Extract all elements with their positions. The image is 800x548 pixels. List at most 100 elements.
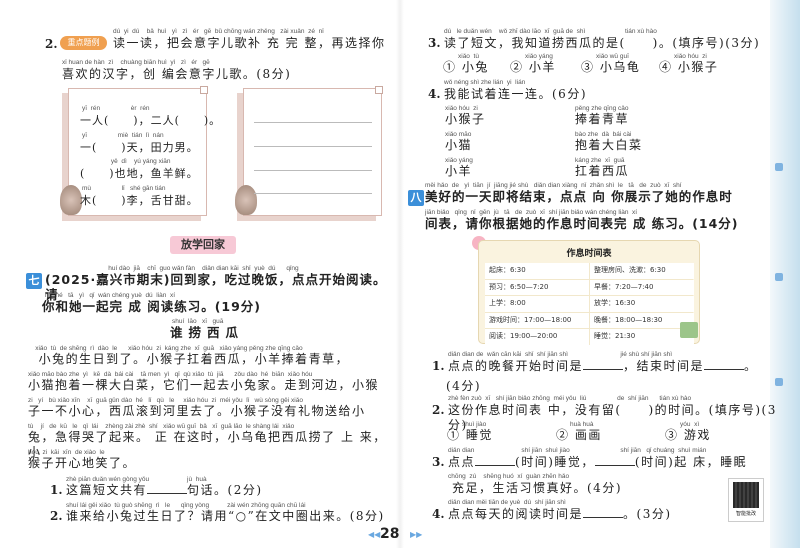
page-tab-marker: [775, 378, 783, 386]
question-number: 2.: [432, 403, 445, 417]
pinyin-line: zhè fèn zuò xī shí jiān biǎo zhōng méi y…: [448, 395, 692, 402]
answer-blank[interactable]: [594, 455, 635, 466]
writing-line[interactable]: [254, 146, 372, 147]
pinyin-line: chōng zú shēng huó xí guàn zhēn hǎo: [448, 473, 570, 480]
question-text-part: 点点: [448, 455, 476, 469]
decoration-icon: [60, 185, 82, 215]
answer-blank[interactable]: [475, 455, 516, 466]
section-instruction: 你和她一起完 成 阅读练习。(19分): [42, 299, 262, 314]
answer-blank[interactable]: [583, 507, 624, 518]
box-corner: [375, 86, 383, 94]
answer-blank[interactable]: [583, 359, 624, 370]
question-text: 读了短文，我知道捞西瓜的是( )。(填序号)(3分): [444, 36, 761, 50]
pinyin-line: yī rén èr rén: [82, 105, 150, 112]
rhyme-line: 一人( )，二人( )。: [80, 114, 222, 127]
question-text: 这份作息时间表 中，没有留( )的时间。(填序号)(3分): [448, 403, 777, 432]
writing-line[interactable]: [254, 122, 372, 123]
decoration-icon: [235, 185, 257, 215]
match-right-item[interactable]: 抱着大白菜: [575, 138, 643, 153]
schedule-cell: 放学：16:30: [590, 296, 694, 312]
section-marker: 八: [408, 190, 424, 206]
question-text: 点点每天的阅读时间是 。(3分): [448, 507, 672, 522]
answer-blank[interactable]: [704, 359, 745, 370]
option[interactable]: ② 画画: [556, 428, 602, 443]
section-banner: 放学回家: [170, 236, 236, 254]
qr-label: 智能批改: [735, 511, 756, 517]
schedule-cell: 睡觉：21:30: [590, 329, 694, 345]
book-gutter: [396, 0, 404, 548]
rhyme-line: ( )也地，鱼羊鲜。: [80, 167, 199, 180]
pinyin-line: xǐ huan de hàn zì chuàng biān huì yì zì …: [62, 59, 210, 66]
story-line: 小兔的生日到了。小猴子扛着西瓜，小羊捧着青草，: [28, 352, 350, 366]
schedule-cell: 早餐：7:20—7:40: [590, 279, 694, 296]
page-number: 28: [380, 526, 400, 542]
story-title: 谁捞西瓜: [170, 325, 245, 340]
schedule-table: 作息时间表 起床：6:30 整理房间、洗漱：6:30 预习：6:50—7:20 …: [478, 240, 700, 345]
pinyin-line: dú le duǎn wén wǒ zhī dào lāo xī guā de …: [444, 28, 657, 35]
rhyme-line: 一( )天，田力男。: [80, 141, 199, 154]
question-text-part: ，结束时间是: [623, 359, 705, 373]
question-text-part: 点点每天的阅读时间是: [448, 507, 584, 521]
question-number: 3.: [432, 455, 445, 469]
schedule-cell: 阅读：19:00—20:00: [485, 329, 589, 345]
schedule-cell: 游戏时间：17:00—18:00: [485, 312, 589, 329]
page-tab-marker: [775, 163, 783, 171]
option[interactable]: ① 睡觉: [447, 428, 493, 443]
question-number: 4.: [432, 507, 445, 521]
question-text: 点点的晚餐开始时间是 ，结束时间是 。: [448, 359, 758, 374]
gift-icon: [680, 322, 698, 338]
schedule-cell: 上学：8:00: [485, 296, 589, 312]
question-number: 1.: [432, 359, 445, 373]
option[interactable]: ① 小兔: [443, 60, 489, 75]
section-instruction: 间表，请你根据她的作息时间表完 成 练习。(14分): [425, 216, 739, 231]
option[interactable]: ② 小羊: [510, 60, 556, 75]
question-text-part: 。: [744, 359, 758, 373]
box-corner: [200, 86, 208, 94]
pinyin-line: diǎn dian de wǎn cān kāi shǐ shí jiān sh…: [448, 351, 672, 358]
match-left-item[interactable]: 小猴子: [445, 112, 486, 127]
schedule-cell: 晚餐：18:00—18:30: [590, 312, 694, 329]
schedule-title: 作息时间表: [566, 249, 612, 259]
question-text-part: 点点的晚餐开始时间是: [448, 359, 584, 373]
writing-line[interactable]: [254, 193, 372, 194]
story-line: 子一不小心，西瓜滚到河里去了。小猴子没有礼物送给小: [28, 404, 366, 418]
match-left-item[interactable]: 小羊: [445, 164, 472, 179]
score-text: (4分): [446, 379, 481, 393]
story-line: 猴子开心地笑了。: [28, 456, 137, 470]
question-text-part: 句话。(2分): [187, 483, 263, 497]
pinyin-line: mù lǐ shé gān tián: [82, 185, 166, 192]
prev-page-icon[interactable]: ◀◀: [368, 530, 380, 539]
option[interactable]: ③ 小乌龟: [581, 60, 640, 75]
match-right-item[interactable]: 扛着西瓜: [575, 164, 629, 179]
answer-blank[interactable]: [147, 483, 188, 494]
question-number: 2.: [45, 37, 58, 51]
pinyin-line: yě dì yú yáng xiān: [82, 158, 171, 165]
question-text: 读一读，把会意字儿歌补 充 完 整，再选择你: [113, 36, 386, 50]
section-marker: 七: [26, 273, 42, 289]
option[interactable]: ④ 小猴子: [659, 60, 718, 75]
writing-line[interactable]: [254, 170, 372, 171]
question-text: 谁来给小兔过生日了？请用“○”在文中圈出来。(8分): [66, 509, 385, 523]
match-right-item[interactable]: 捧着青草: [575, 112, 629, 127]
question-text-part: (时间)起 床，睡眠: [634, 455, 748, 469]
question-text-part: 。(3分): [623, 507, 672, 521]
question-number: 1.: [50, 483, 63, 497]
qr-code-icon: [733, 482, 759, 508]
schedule-cell: 整理房间、洗漱：6:30: [590, 263, 694, 279]
question-number: 4.: [428, 87, 441, 101]
writing-box[interactable]: [243, 88, 382, 216]
question-text-part: 这篇短文共有: [66, 483, 148, 497]
section-instruction: 美好的一天即将结束，点点 向 你展示了她的作息时: [425, 189, 733, 204]
question-number: 3.: [428, 36, 441, 50]
pinyin-line: diǎn dian měi tiān de yuè dú shí jiān sh…: [448, 499, 566, 506]
question-text: 这篇短文共有 句话。(2分): [66, 483, 263, 498]
question-text: 喜欢的汉字，创 编会意字儿歌。(8分): [62, 67, 292, 81]
qr-code[interactable]: 智能批改: [728, 478, 764, 522]
story-line: 小猫抱着一棵大白菜，它们一起去小兔家。走到河边，小猴: [28, 378, 380, 392]
match-left-item[interactable]: 小猫: [445, 138, 472, 153]
option[interactable]: ③ 游戏: [665, 428, 711, 443]
question-text-part: (时间)睡觉，: [515, 455, 595, 469]
rhyme-line: 木( )李，舌甘甜。: [80, 194, 199, 207]
page-tab-marker: [775, 273, 783, 281]
next-page-icon[interactable]: ▶▶: [410, 530, 422, 539]
